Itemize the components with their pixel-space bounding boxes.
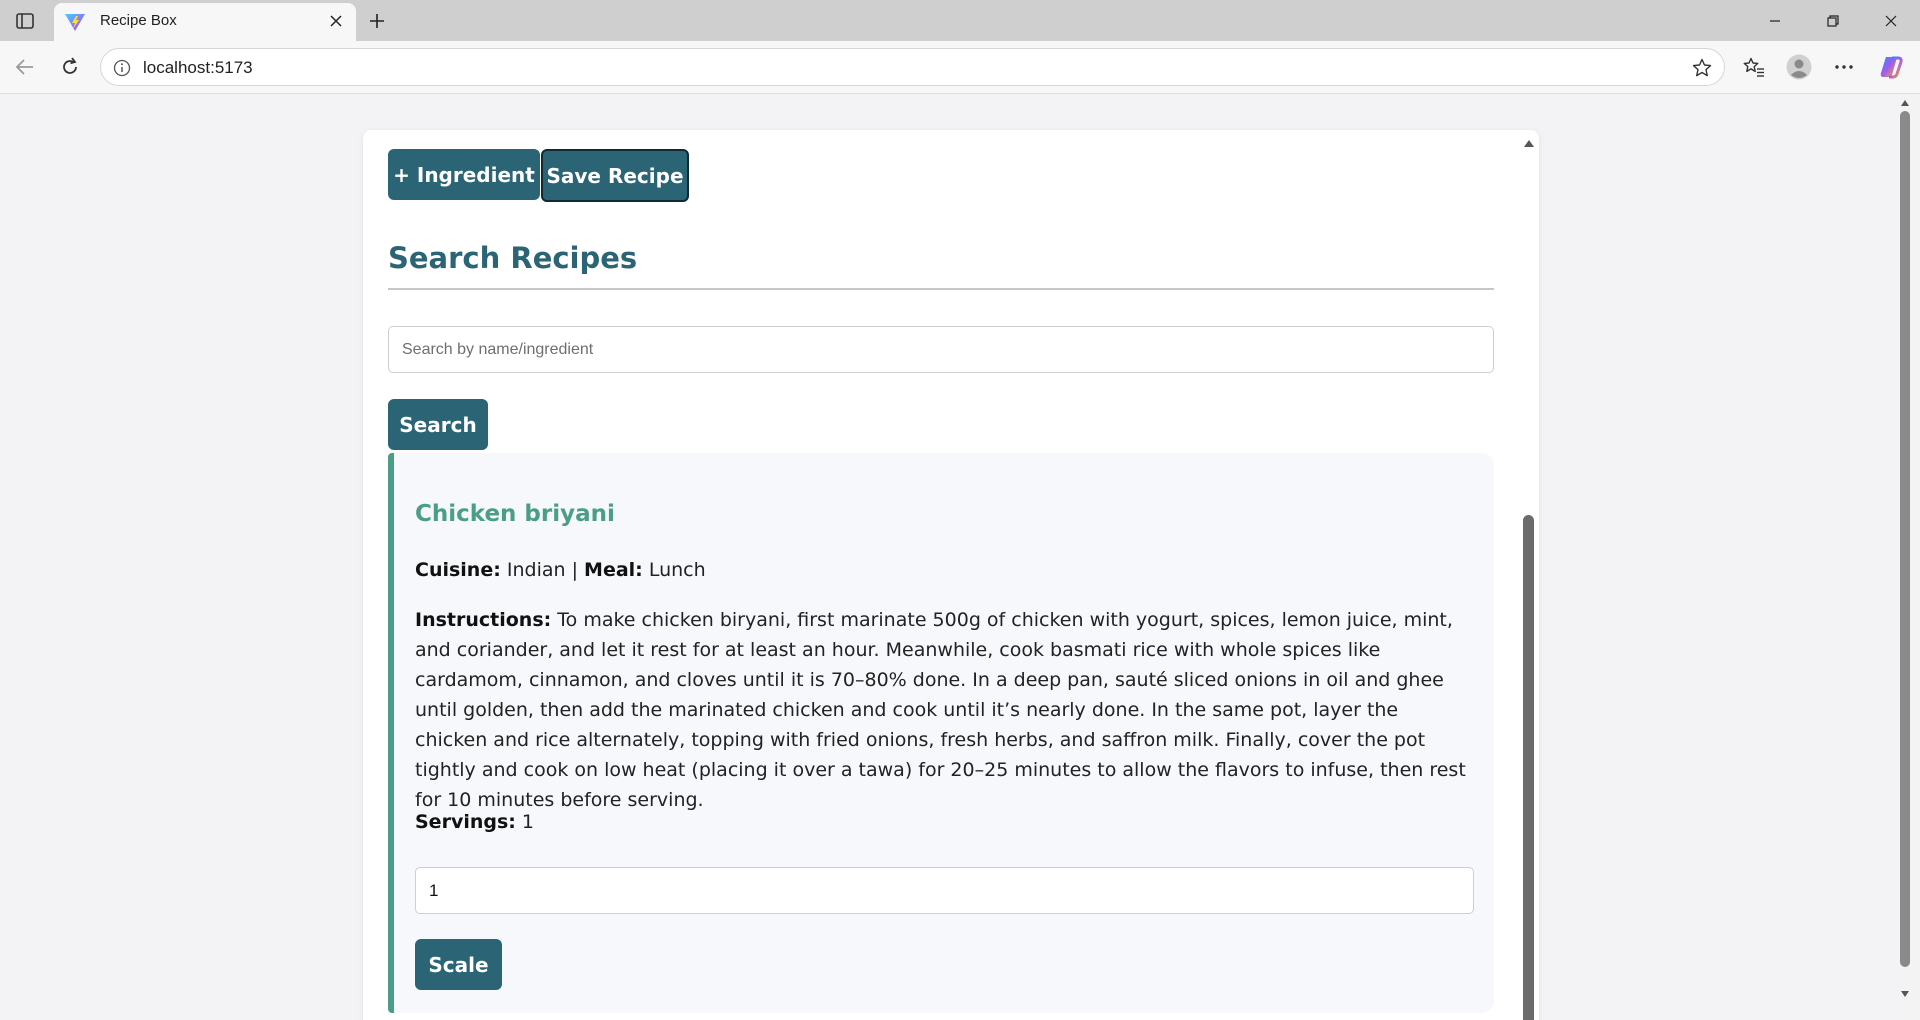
cuisine-value: Indian bbox=[506, 559, 566, 581]
recipe-title: Chicken briyani bbox=[415, 501, 615, 527]
instructions-text: To make chicken biryani, first marinate … bbox=[415, 609, 1466, 811]
meal-label: Meal: bbox=[584, 559, 643, 581]
restore-icon bbox=[1827, 14, 1839, 27]
recipe-servings: Servings: 1 bbox=[415, 807, 534, 837]
scale-servings-input[interactable] bbox=[415, 867, 1474, 914]
sidebar-tabs-icon bbox=[16, 13, 34, 29]
recipe-card: Chicken briyani Cuisine: Indian | Meal: … bbox=[388, 453, 1494, 1013]
vite-logo-icon bbox=[65, 14, 85, 31]
recipe-instructions: Instructions: To make chicken biryani, f… bbox=[415, 605, 1475, 815]
more-dots-icon bbox=[1835, 65, 1853, 69]
page-viewport: + Ingredient Save Recipe Search Recipes … bbox=[0, 95, 1920, 1020]
scale-button[interactable]: Scale bbox=[415, 939, 502, 990]
close-window-button[interactable] bbox=[1868, 0, 1914, 41]
reload-button[interactable] bbox=[56, 53, 84, 81]
profile-button[interactable] bbox=[1785, 53, 1813, 81]
minimize-icon bbox=[1770, 19, 1780, 22]
browser-tab-bar: Recipe Box bbox=[0, 0, 1920, 41]
scroll-up-arrow-icon[interactable] bbox=[1522, 137, 1536, 149]
avatar-icon bbox=[1786, 54, 1812, 80]
address-bar[interactable]: localhost:5173 bbox=[100, 48, 1725, 86]
save-recipe-button[interactable]: Save Recipe bbox=[541, 149, 689, 202]
copilot-icon bbox=[1880, 56, 1903, 79]
minimize-button[interactable] bbox=[1752, 0, 1798, 41]
site-info-icon[interactable] bbox=[111, 57, 133, 79]
close-icon bbox=[1885, 15, 1897, 26]
favorites-list-icon bbox=[1743, 57, 1764, 77]
tab-close-button[interactable] bbox=[324, 9, 348, 33]
recipe-meta: Cuisine: Indian | Meal: Lunch bbox=[415, 555, 706, 585]
browser-tab[interactable]: Recipe Box bbox=[54, 3, 356, 41]
close-icon bbox=[330, 15, 342, 27]
favorite-star-icon[interactable] bbox=[1690, 56, 1714, 80]
page-scrollbar[interactable] bbox=[1896, 95, 1914, 1020]
settings-menu-button[interactable] bbox=[1830, 53, 1858, 81]
new-tab-button[interactable] bbox=[362, 6, 392, 36]
back-button[interactable] bbox=[11, 53, 39, 81]
add-ingredient-button[interactable]: + Ingredient bbox=[388, 149, 540, 200]
meal-value: Lunch bbox=[648, 559, 706, 581]
page-scroll-down-icon[interactable] bbox=[1899, 988, 1911, 1000]
reload-icon bbox=[63, 57, 77, 74]
heading-divider bbox=[388, 288, 1494, 290]
cuisine-label: Cuisine: bbox=[415, 559, 501, 581]
copilot-button[interactable] bbox=[1877, 53, 1905, 81]
meta-separator: | bbox=[571, 559, 578, 581]
search-button[interactable]: Search bbox=[388, 399, 488, 450]
restore-button[interactable] bbox=[1810, 0, 1856, 41]
servings-label: Servings: bbox=[415, 811, 516, 833]
page-scroll-up-icon[interactable] bbox=[1899, 97, 1911, 109]
card-scrollbar-thumb[interactable] bbox=[1523, 515, 1534, 1020]
favorites-button[interactable] bbox=[1740, 53, 1768, 81]
search-input[interactable] bbox=[388, 326, 1494, 373]
tab-actions-button[interactable] bbox=[10, 8, 40, 34]
arrow-left-icon bbox=[15, 59, 33, 75]
instructions-label: Instructions: bbox=[415, 609, 552, 631]
tab-title: Recipe Box bbox=[100, 12, 177, 29]
page-scrollbar-thumb[interactable] bbox=[1900, 111, 1910, 967]
browser-toolbar: localhost:5173 bbox=[0, 41, 1920, 94]
servings-value: 1 bbox=[521, 811, 535, 833]
card-scrollbar[interactable] bbox=[1520, 135, 1538, 1020]
url-text: localhost:5173 bbox=[143, 58, 253, 77]
plus-icon bbox=[370, 14, 384, 28]
search-recipes-heading: Search Recipes bbox=[388, 241, 638, 275]
recipe-app-card: + Ingredient Save Recipe Search Recipes … bbox=[363, 130, 1539, 1020]
